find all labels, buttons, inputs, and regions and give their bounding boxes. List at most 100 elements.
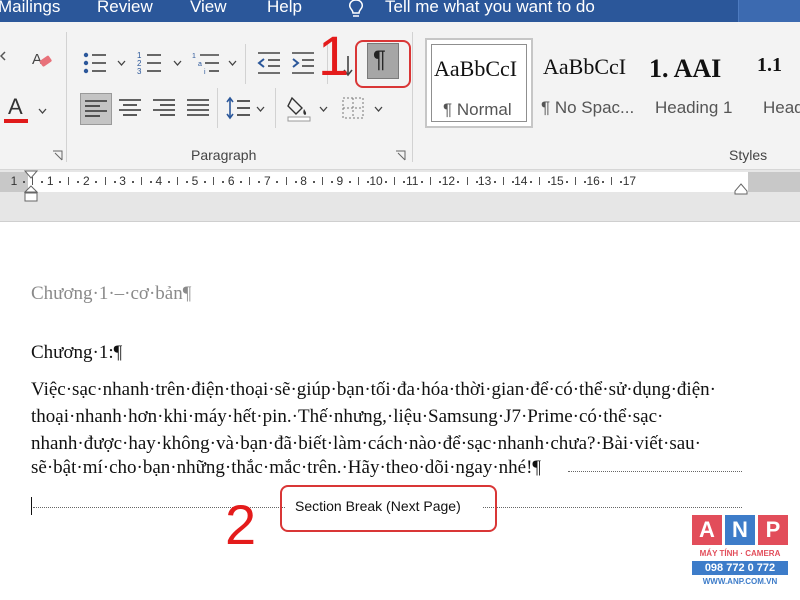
style-name: Head xyxy=(763,98,800,117)
ruler-number: 17 xyxy=(622,174,637,188)
align-left-icon xyxy=(85,100,107,117)
ruler-half-mark xyxy=(394,177,396,185)
ruler-number: 4 xyxy=(155,174,163,188)
tab-mailings[interactable]: Mailings xyxy=(0,0,60,17)
align-center-icon[interactable] xyxy=(119,98,141,118)
ruler-number: 10 xyxy=(369,174,383,188)
style-normal[interactable]: AaBbCcI ¶ Normal xyxy=(425,38,533,128)
decrease-indent-icon[interactable] xyxy=(256,50,282,76)
align-right-icon[interactable] xyxy=(153,98,175,118)
justify-icon[interactable] xyxy=(187,98,209,118)
logo-phone: 098 772 0 772 xyxy=(692,561,788,575)
annotation-number-2: 2 xyxy=(225,493,257,556)
ruler-dot xyxy=(312,181,315,183)
paragraph-line: Việc·sạc·nhanh·trên·điện·thoại·sẽ·giúp·b… xyxy=(31,379,716,400)
tab-review[interactable]: Review xyxy=(97,0,153,17)
horizontal-ruler[interactable] xyxy=(28,172,748,192)
line-spacing-icon[interactable] xyxy=(225,96,251,120)
style-preview: 1.1 xyxy=(757,54,782,76)
ruler-half-mark xyxy=(466,177,468,185)
logo-letter: N xyxy=(725,515,755,545)
style-name: ¶ Normal xyxy=(443,100,512,119)
multilevel-list-icon[interactable]: 1 a i xyxy=(192,50,220,76)
ruler-margin-right xyxy=(748,172,800,192)
chevron-down-icon[interactable] xyxy=(173,60,182,66)
annotation-highlight-box xyxy=(355,40,411,88)
ruler-half-mark xyxy=(575,177,577,185)
logo-letters: A N P xyxy=(692,515,788,545)
chevron-down-icon[interactable] xyxy=(256,106,265,112)
launcher-icon[interactable] xyxy=(395,150,406,161)
style-preview: AaBbCcI xyxy=(434,56,518,81)
style-heading-1[interactable]: 1. AAI Heading 1 xyxy=(641,38,749,128)
ruler-number: 13 xyxy=(477,174,492,188)
ruler-dot xyxy=(240,181,243,183)
ruler-dot xyxy=(602,181,605,183)
logo-letter: A xyxy=(692,515,722,545)
chevron-down-icon[interactable] xyxy=(117,60,126,66)
styles-group-label: Styles xyxy=(729,147,768,163)
ruler-number: 5 xyxy=(191,174,199,188)
shading-icon[interactable] xyxy=(286,94,312,122)
ruler-half-mark xyxy=(249,177,251,185)
ruler-dot xyxy=(421,181,424,183)
ruler-number: 9 xyxy=(336,174,344,188)
tab-help[interactable]: Help xyxy=(267,0,302,17)
ruler-half-mark xyxy=(68,177,70,185)
text-cursor xyxy=(31,497,32,515)
ruler-half-mark xyxy=(140,177,142,185)
indent-marker-icon[interactable] xyxy=(24,170,38,204)
svg-text:1: 1 xyxy=(192,53,196,60)
style-preview: AaBbCcI xyxy=(543,54,627,79)
paragraph-line: sẽ·bật·mí·cho·bạn·những·thắc·mắc·trên.·H… xyxy=(31,457,542,478)
svg-text:3: 3 xyxy=(137,67,142,76)
ruler-dot xyxy=(566,181,569,183)
ruler-half-mark xyxy=(430,177,432,185)
ruler-half-mark xyxy=(285,177,287,185)
ruler-number: 1 xyxy=(46,174,54,188)
ruler-half-mark xyxy=(357,177,359,185)
ruler-dot xyxy=(131,181,134,183)
style-no-spacing[interactable]: AaBbCcI ¶ No Spac... xyxy=(533,38,641,128)
chevron-down-icon[interactable] xyxy=(319,106,328,112)
font-color-bar xyxy=(4,119,28,123)
tab-view[interactable]: View xyxy=(190,0,227,17)
document-heading: Chương·1:¶ xyxy=(31,342,123,363)
style-name: ¶ No Spac... xyxy=(541,98,635,117)
ruler-half-mark xyxy=(611,177,613,185)
ruler-number: 3 xyxy=(119,174,126,188)
increase-indent-icon[interactable] xyxy=(290,50,316,76)
ruler-number: 12 xyxy=(441,174,456,188)
section-break-line xyxy=(483,507,742,508)
window-control[interactable] xyxy=(738,0,800,22)
ruler-number: 1 xyxy=(10,174,18,188)
numbering-icon[interactable]: 1 2 3 xyxy=(137,50,163,76)
logo-tagline: MÁY TÍNH · CAMERA xyxy=(699,549,781,558)
chevron-down-icon[interactable] xyxy=(38,108,47,114)
align-left-button[interactable] xyxy=(80,93,112,125)
svg-text:i: i xyxy=(204,69,206,76)
ruler-dot xyxy=(59,181,62,183)
bullets-icon[interactable] xyxy=(82,50,108,76)
ruler-dot xyxy=(276,181,279,183)
borders-icon[interactable] xyxy=(341,96,365,120)
launcher-icon[interactable] xyxy=(52,150,63,161)
logo-letter: P xyxy=(758,515,788,545)
ruler-number: 7 xyxy=(264,174,271,188)
font-color-letter[interactable]: A xyxy=(8,94,23,120)
ruler-half-mark xyxy=(321,177,323,185)
ruler-dot xyxy=(348,181,351,183)
tell-me-search[interactable]: Tell me what you want to do xyxy=(385,0,595,17)
right-indent-marker-icon[interactable] xyxy=(734,183,748,195)
chevron-left-icon[interactable] xyxy=(0,50,8,62)
ruler-number: 2 xyxy=(83,174,90,188)
group-separator xyxy=(217,88,218,128)
ruler-number: 14 xyxy=(514,174,528,188)
ruler-dot xyxy=(457,181,460,183)
chevron-down-icon[interactable] xyxy=(228,60,237,66)
style-heading-2[interactable]: 1.1 Head xyxy=(749,38,800,128)
ruler-dot xyxy=(385,181,388,183)
ruler-half-mark xyxy=(176,177,178,185)
chevron-down-icon[interactable] xyxy=(374,106,383,112)
clear-formatting-icon[interactable]: A xyxy=(29,48,53,72)
